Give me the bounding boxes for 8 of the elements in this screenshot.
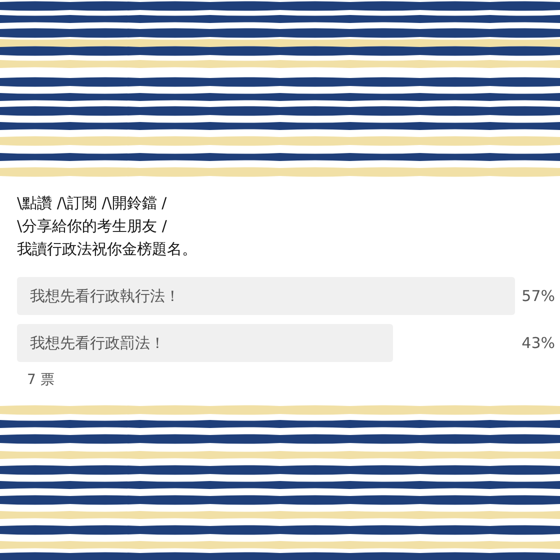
post-text: \點讚 /\訂閱 /\開鈴鐺 / (17, 193, 168, 214)
post-text: 我讀行政法祝你金榜題名。 (17, 239, 198, 260)
post-text: \分享給你的考生朋友 / (17, 216, 168, 237)
percentage: 57% (522, 287, 555, 305)
option-label: 我想先看行政罰法！ (30, 334, 165, 352)
option-label: 我想先看行政執行法！ (30, 287, 180, 305)
vote-count: 7 票 (27, 371, 56, 389)
percentage: 43% (522, 334, 555, 352)
